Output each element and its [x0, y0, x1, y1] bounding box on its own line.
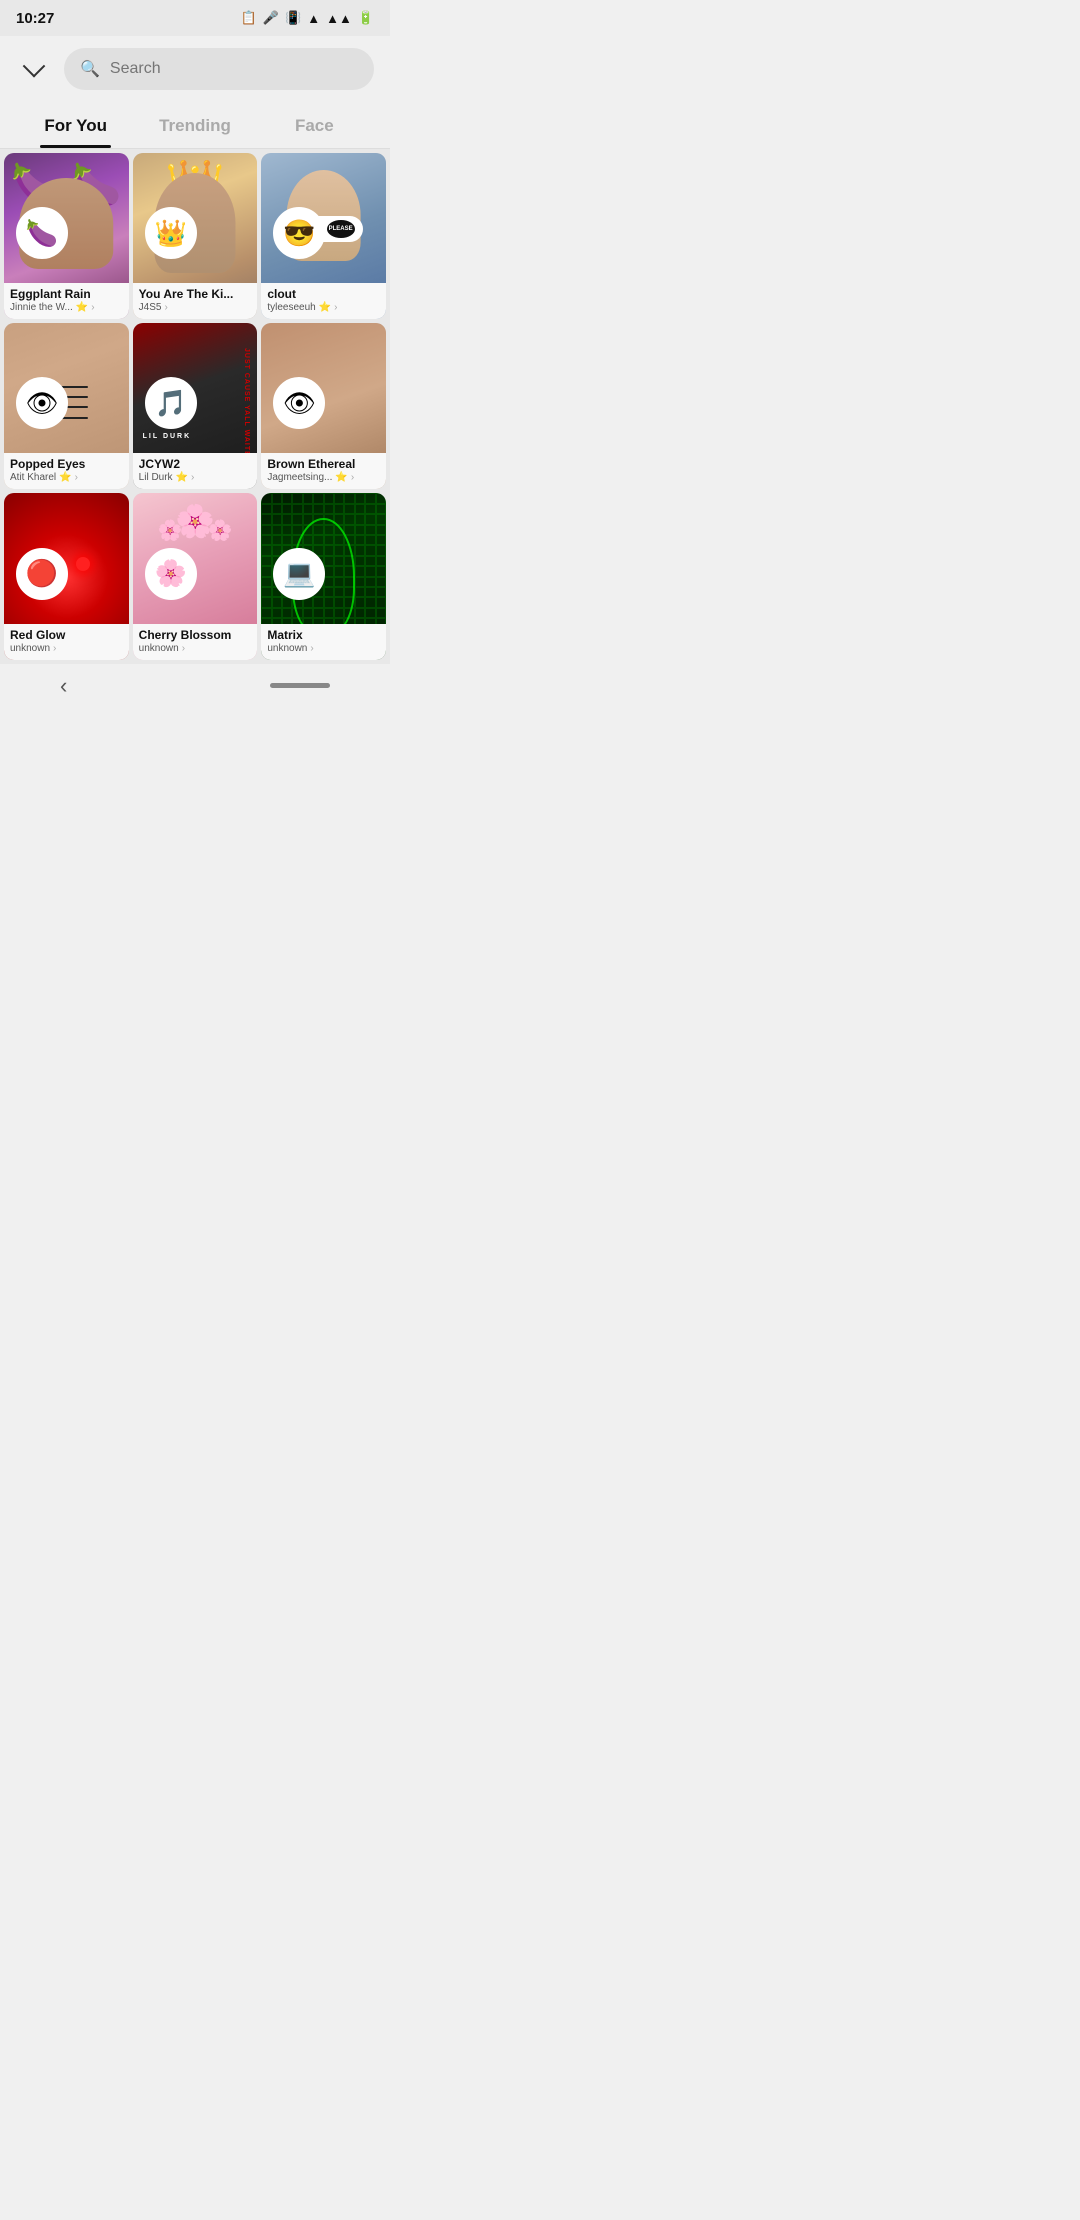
item-title-jcyw2: JCYW2 — [139, 457, 252, 471]
item-author-brown-ethereal: Jagmeetsing... ⭐ › — [267, 472, 380, 483]
back-button[interactable] — [16, 51, 52, 87]
status-icons: 📋 🎤 📳 ▲ ▲▲ 🔋 — [241, 10, 374, 26]
nav-pill — [270, 683, 330, 688]
item-author-red-glow: unknown › — [10, 643, 123, 654]
verified-icon: ⭐ — [335, 472, 347, 483]
avatar-you-are-the-king: 👑 — [145, 207, 197, 259]
chevron-right-icon: › — [310, 643, 313, 654]
tab-face[interactable]: Face — [255, 106, 374, 148]
item-author-eggplant-rain: Jinnie the W... ⭐ › — [10, 302, 123, 313]
filter-grid: 🍆 🍆🍆Eggplant RainJinnie the W... ⭐ ›👑👑Yo… — [0, 149, 390, 664]
item-author-popped-eyes: Atit Kharel ⭐ › — [10, 472, 123, 483]
item-author-matrix: unknown › — [267, 643, 380, 654]
grid-item-you-are-the-king[interactable]: 👑👑You Are The Ki...J4S5 › — [133, 153, 258, 319]
item-title-clout: clout — [267, 287, 380, 301]
item-author-cherry-blossom: unknown › — [139, 643, 252, 654]
avatar-red-glow: 🔴 — [16, 548, 68, 600]
chevron-right-icon: › — [164, 302, 167, 313]
item-title-matrix: Matrix — [267, 628, 380, 642]
grid-item-popped-eyes[interactable]: 👁Popped EyesAtit Kharel ⭐ › — [4, 323, 129, 489]
bottom-bar: ‹ — [0, 664, 390, 708]
item-title-cherry-blossom: Cherry Blossom — [139, 628, 252, 642]
chevron-right-icon: › — [351, 472, 354, 483]
item-title-eggplant-rain: Eggplant Rain — [10, 287, 123, 301]
battery-icon: 🔋 — [358, 10, 374, 26]
tab-trending[interactable]: Trending — [135, 106, 254, 148]
grid-item-matrix[interactable]: 💻 Matrixunknown › — [261, 493, 386, 659]
chevron-right-icon: › — [75, 472, 78, 483]
chevron-right-icon: › — [191, 472, 194, 483]
avatar-matrix: 💻 — [273, 548, 325, 600]
item-author-jcyw2: Lil Durk ⭐ › — [139, 472, 252, 483]
verified-icon: ⭐ — [59, 472, 71, 483]
item-title-you-are-the-king: You Are The Ki... — [139, 287, 252, 301]
nav-back-icon[interactable]: ‹ — [60, 673, 67, 699]
vibrate-icon: 📳 — [285, 10, 301, 26]
item-title-brown-ethereal: Brown Ethereal — [267, 457, 380, 471]
grid-item-cherry-blossom[interactable]: 🌸🌸🌸🌸Cherry Blossomunknown › — [133, 493, 258, 659]
avatar-cherry-blossom: 🌸 — [145, 548, 197, 600]
grid-item-jcyw2[interactable]: JUST CAUSE YALL WAITED IILIL DURK🎵JCYW2L… — [133, 323, 258, 489]
search-icon: 🔍 — [80, 59, 100, 79]
wifi-icon: ▲ — [307, 11, 320, 26]
grid-item-red-glow[interactable]: 🔴 Red Glowunknown › — [4, 493, 129, 659]
signal-icon: ▲▲ — [326, 11, 352, 26]
avatar-jcyw2: 🎵 — [145, 377, 197, 429]
avatar-eggplant-rain: 🍆 — [16, 207, 68, 259]
item-author-clout: tyleeseeuh ⭐ › — [267, 302, 380, 313]
chevron-right-icon: › — [91, 302, 94, 313]
search-bar[interactable]: 🔍 — [64, 48, 374, 90]
tab-for-you[interactable]: For You — [16, 106, 135, 148]
verified-icon: ⭐ — [319, 302, 331, 313]
header: 🔍 — [0, 36, 390, 102]
item-title-popped-eyes: Popped Eyes — [10, 457, 123, 471]
verified-icon: ⭐ — [76, 302, 88, 313]
verified-icon: ⭐ — [176, 472, 188, 483]
tab-bar: For You Trending Face — [0, 106, 390, 149]
status-time: 10:27 — [16, 10, 54, 27]
grid-item-eggplant-rain[interactable]: 🍆 🍆🍆Eggplant RainJinnie the W... ⭐ › — [4, 153, 129, 319]
item-author-you-are-the-king: J4S5 › — [139, 302, 252, 313]
status-bar: 10:27 📋 🎤 📳 ▲ ▲▲ 🔋 — [0, 0, 390, 36]
item-title-red-glow: Red Glow — [10, 628, 123, 642]
grid-item-clout[interactable]: CLOUTPLEASE😎clouttyleeseeuh ⭐ › — [261, 153, 386, 319]
mic-icon: 🎤 — [263, 10, 279, 26]
search-input[interactable] — [110, 60, 358, 78]
grid-item-brown-ethereal[interactable]: 👁Brown EtherealJagmeetsing... ⭐ › — [261, 323, 386, 489]
chevron-right-icon: › — [182, 643, 185, 654]
chevron-right-icon: › — [334, 302, 337, 313]
chevron-down-icon — [23, 55, 46, 78]
chevron-right-icon: › — [53, 643, 56, 654]
clipboard-icon: 📋 — [241, 10, 257, 26]
